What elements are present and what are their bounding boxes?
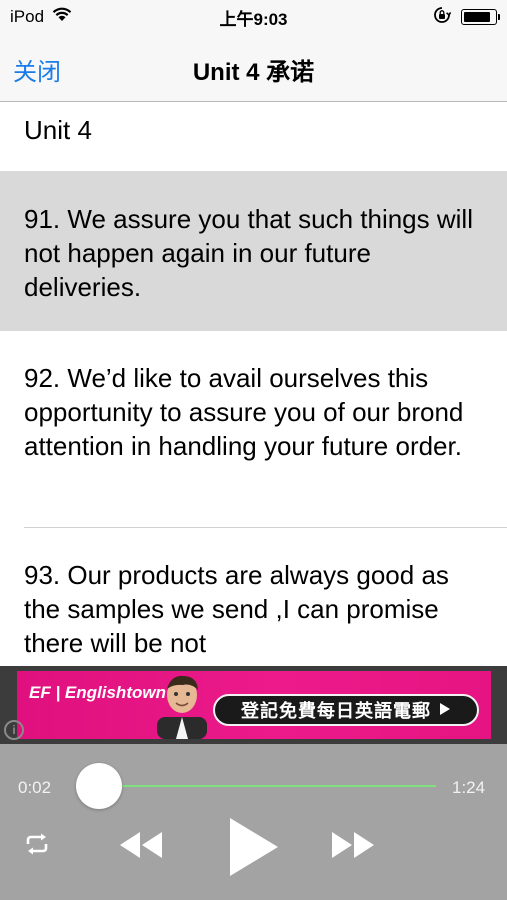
elapsed-time: 0:02 <box>18 778 52 797</box>
nav-bar: 关闭 Unit 4 承诺 <box>0 34 507 102</box>
sentence-text: 91. We assure you that such things will … <box>24 204 473 302</box>
page-title: Unit 4 承诺 <box>192 59 315 86</box>
ad-banner[interactable]: EF | Englishtown 登記免費每日英語電郵 <box>17 671 491 739</box>
status-right <box>433 6 500 29</box>
battery-icon <box>461 9 500 25</box>
ad-logo: EF | Englishtown <box>29 683 166 702</box>
battery-fill <box>464 12 490 22</box>
sentence-text: 92. We’d like to avail ourselves this op… <box>24 363 464 461</box>
sentence-item-92[interactable]: 92. We’d like to avail ourselves this op… <box>0 331 507 527</box>
carrier-label: iPod <box>10 7 45 26</box>
rewind-icon <box>120 832 162 858</box>
status-bar: iPod 上午9:03 <box>0 0 507 34</box>
wifi-icon <box>52 7 72 27</box>
sentence-text: 93. Our products are always good as the … <box>24 560 449 658</box>
fast-forward-button[interactable] <box>330 830 376 865</box>
status-left: iPod <box>10 7 72 27</box>
sentence-item-93[interactable]: 93. Our products are always good as the … <box>0 528 507 666</box>
progress-thumb[interactable] <box>76 763 122 809</box>
play-button[interactable] <box>226 816 280 883</box>
unit-heading: Unit 4 <box>24 115 92 145</box>
orientation-lock-icon <box>433 6 452 29</box>
content-scroll[interactable]: Unit 4 91. We assure you that such thing… <box>0 103 507 666</box>
sentence-item-91[interactable]: 91. We assure you that such things will … <box>0 171 507 331</box>
ad-area: EF | Englishtown 登記免費每日英語電郵 i <box>0 666 507 744</box>
ad-cta-label: 登記免費每日英語電郵 <box>241 701 431 721</box>
status-time: 上午9:03 <box>219 9 288 29</box>
ad-info-icon[interactable]: i <box>4 720 24 740</box>
ad-person-image <box>157 675 207 739</box>
rewind-button[interactable] <box>118 830 164 865</box>
repeat-button[interactable] <box>24 833 50 860</box>
repeat-icon <box>26 833 48 855</box>
fast-forward-icon <box>332 832 374 858</box>
ad-cta-button[interactable]: 登記免費每日英語電郵 <box>213 694 479 726</box>
play-triangle-icon <box>439 700 451 721</box>
total-time: 1:24 <box>452 778 486 797</box>
audio-player: 0:02 1:24 <box>0 744 507 900</box>
play-icon <box>230 818 278 876</box>
progress-track[interactable] <box>76 785 436 787</box>
